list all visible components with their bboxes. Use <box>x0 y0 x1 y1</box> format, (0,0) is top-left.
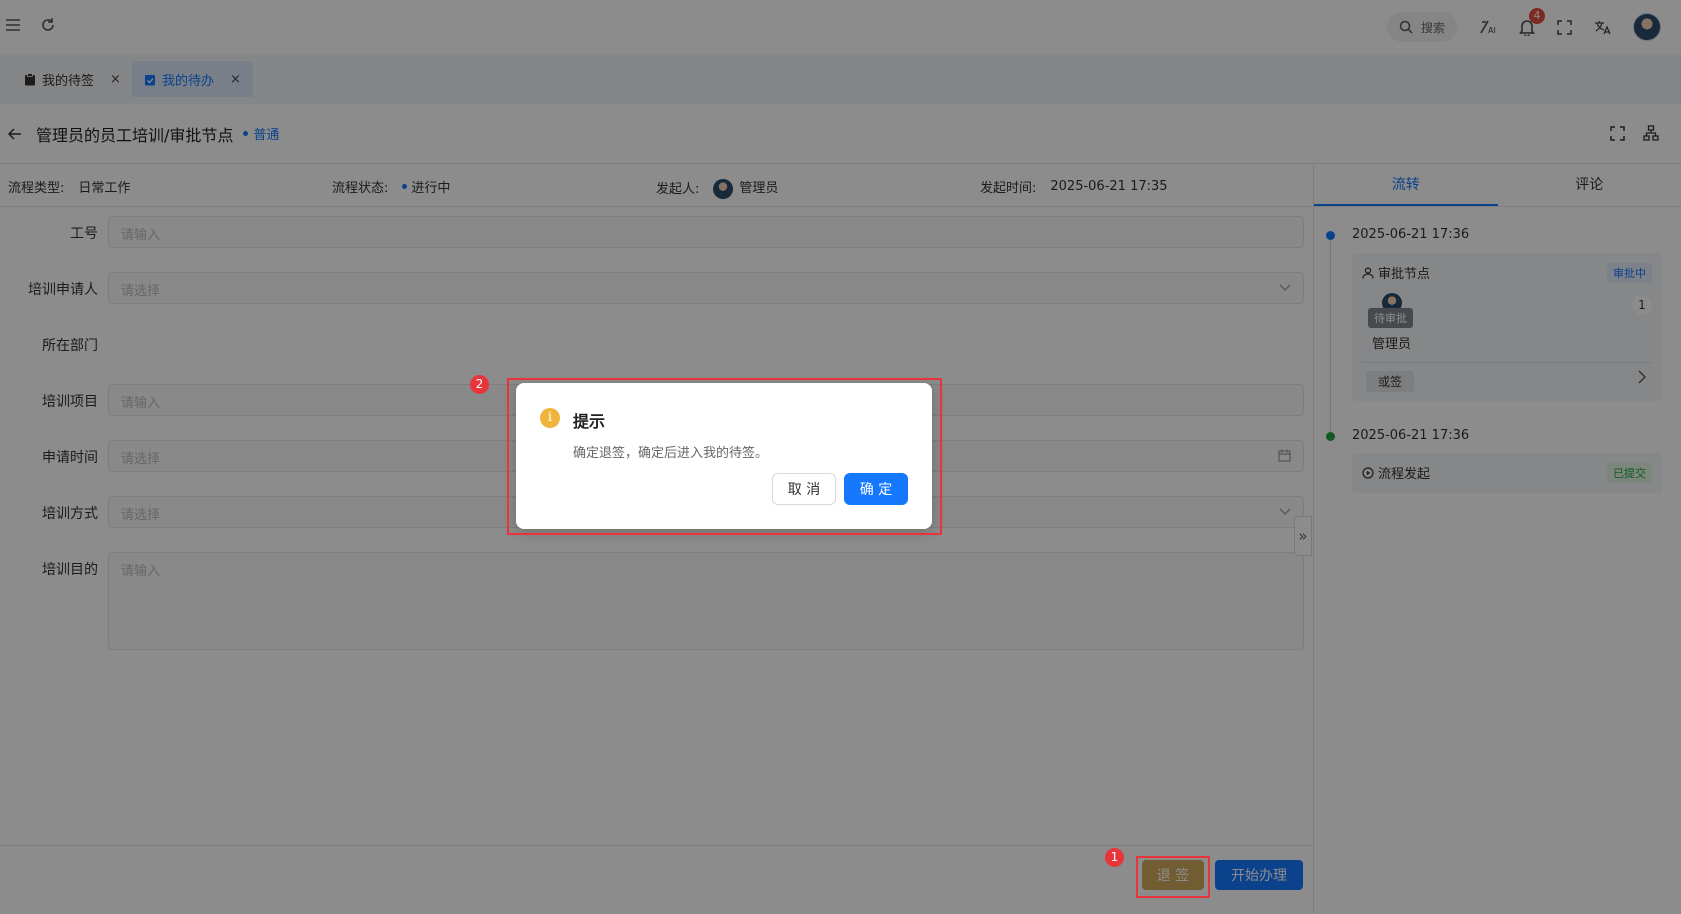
highlight-box-dialog <box>507 378 942 535</box>
highlight-box-retreat <box>1136 856 1210 898</box>
step-marker-1: 1 <box>1105 848 1124 867</box>
step-marker-2: 2 <box>470 375 489 394</box>
